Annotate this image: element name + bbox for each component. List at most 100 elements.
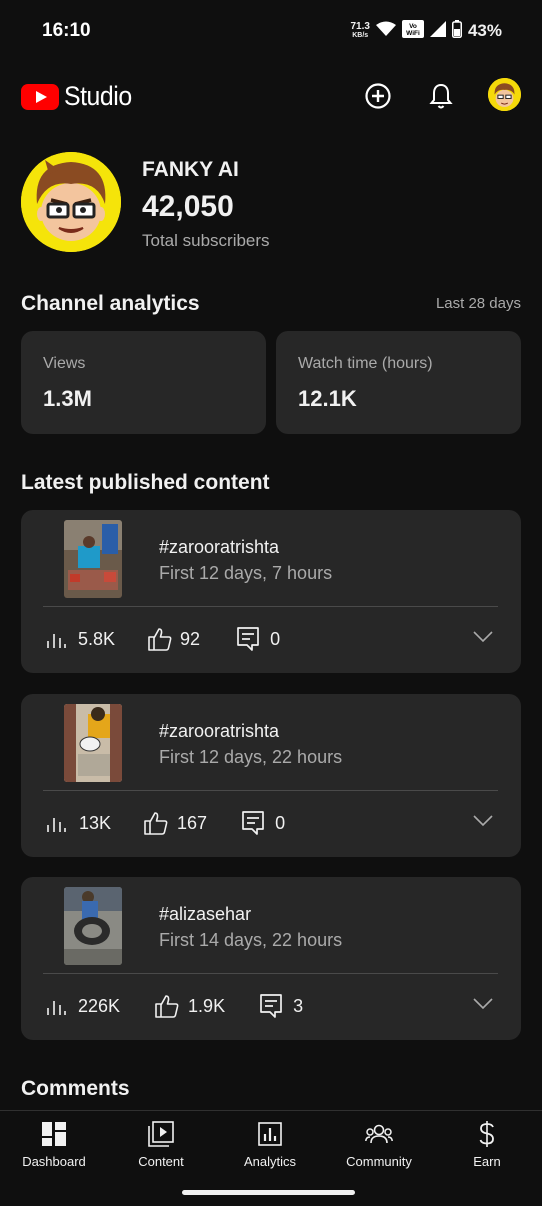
views-stat: 226K bbox=[45, 995, 120, 1017]
battery-percent: 43% bbox=[467, 21, 502, 40]
network-speed-unit: KB/s bbox=[352, 32, 369, 39]
views-count: 226K bbox=[78, 995, 121, 1016]
studio-logo[interactable]: Studio bbox=[21, 81, 138, 112]
like-icon bbox=[155, 995, 179, 1018]
chevron-down-icon bbox=[473, 815, 493, 827]
battery-icon bbox=[451, 19, 462, 43]
comments-stat: 0 bbox=[236, 626, 280, 652]
nav-dashboard[interactable]: Dashboard bbox=[4, 1119, 104, 1169]
chevron-down-icon bbox=[473, 631, 493, 643]
divider bbox=[43, 973, 498, 974]
video-thumbnail[interactable] bbox=[64, 704, 122, 782]
content-card[interactable]: #zarooratrishta First 12 days, 22 hours … bbox=[21, 694, 521, 857]
comment-icon bbox=[242, 811, 264, 835]
expand-button[interactable] bbox=[473, 814, 493, 832]
video-period: First 12 days, 7 hours bbox=[159, 563, 333, 583]
watch-time-label: Watch time (hours) bbox=[298, 355, 433, 372]
analytics-icon bbox=[257, 1119, 283, 1149]
video-title: #zarooratrishta bbox=[159, 537, 280, 557]
content-icon bbox=[148, 1119, 174, 1149]
content-card[interactable]: #alizasehar First 14 days, 22 hours 226K… bbox=[21, 877, 521, 1040]
chevron-down-icon bbox=[473, 998, 493, 1010]
dashboard-icon bbox=[41, 1119, 67, 1149]
earn-icon bbox=[477, 1119, 497, 1149]
create-icon bbox=[365, 83, 391, 109]
comment-icon bbox=[260, 994, 282, 1018]
network-speed-value: 71.3 bbox=[350, 21, 370, 32]
like-icon bbox=[148, 628, 172, 651]
views-count: 5.8K bbox=[78, 628, 116, 649]
nav-community[interactable]: Community bbox=[329, 1119, 429, 1169]
watch-time-value: 12.1K bbox=[298, 386, 357, 411]
comments-count: 0 bbox=[270, 628, 281, 649]
nav-earn[interactable]: Earn bbox=[437, 1119, 537, 1169]
video-thumbnail[interactable] bbox=[64, 887, 122, 965]
create-button[interactable] bbox=[360, 78, 396, 114]
likes-stat: 167 bbox=[143, 810, 207, 836]
comment-icon bbox=[237, 627, 259, 651]
status-bar: 16:10 71.3 KB/s Vo WiFi 43% bbox=[0, 0, 542, 62]
notifications-icon bbox=[429, 83, 453, 109]
home-indicator[interactable] bbox=[182, 1190, 355, 1195]
content-card[interactable]: #zarooratrishta First 12 days, 7 hours 5… bbox=[21, 510, 521, 673]
latest-content-title: Latest published content bbox=[21, 471, 270, 494]
community-icon bbox=[365, 1119, 393, 1149]
views-icon bbox=[47, 634, 66, 648]
views-icon bbox=[47, 818, 66, 832]
channel-avatar[interactable] bbox=[21, 152, 121, 252]
watch-time-card[interactable]: Watch time (hours) 12.1K bbox=[276, 331, 521, 434]
channel-analytics-title: Channel analytics bbox=[21, 292, 200, 315]
views-label: Views bbox=[43, 355, 86, 372]
views-card[interactable]: Views 1.3M bbox=[21, 331, 266, 434]
analytics-period: Last 28 days bbox=[435, 295, 521, 312]
video-title: #alizasehar bbox=[159, 904, 252, 924]
video-period: First 12 days, 22 hours bbox=[159, 747, 343, 767]
views-stat: 5.8K bbox=[45, 628, 115, 650]
notifications-button[interactable] bbox=[423, 78, 459, 114]
video-period: First 14 days, 22 hours bbox=[159, 930, 343, 950]
cellular-signal-icon bbox=[429, 20, 446, 42]
video-stats: 5.8K 92 0 bbox=[45, 624, 280, 654]
subscriber-label: Total subscribers bbox=[142, 231, 270, 250]
network-speed: 71.3 KB/s bbox=[351, 22, 370, 40]
views-count: 13K bbox=[79, 812, 112, 833]
svg-text:WiFi: WiFi bbox=[406, 30, 420, 37]
video-title: #zarooratrishta bbox=[159, 721, 280, 741]
comments-stat: 0 bbox=[241, 810, 285, 836]
like-icon bbox=[144, 812, 168, 835]
divider bbox=[43, 606, 498, 607]
nav-earn-label: Earn bbox=[473, 1154, 501, 1169]
comments-title: Comments bbox=[21, 1077, 130, 1100]
channel-name: FANKY AI bbox=[142, 158, 239, 181]
svg-text:Vo: Vo bbox=[409, 23, 417, 30]
nav-content[interactable]: Content bbox=[111, 1119, 211, 1169]
nav-analytics-label: Analytics bbox=[243, 1154, 297, 1169]
status-time: 16:10 bbox=[42, 20, 91, 41]
vowifi-icon: Vo WiFi bbox=[401, 19, 424, 43]
video-stats: 13K 167 0 bbox=[45, 808, 285, 838]
wifi-icon bbox=[375, 21, 396, 42]
views-icon bbox=[47, 1001, 66, 1015]
likes-count: 92 bbox=[180, 628, 201, 649]
comments-count: 0 bbox=[275, 812, 286, 833]
likes-stat: 92 bbox=[147, 626, 200, 652]
nav-dashboard-label: Dashboard bbox=[22, 1154, 86, 1169]
nav-analytics[interactable]: Analytics bbox=[220, 1119, 320, 1169]
channel-header: FANKY AI 42,050 Total subscribers bbox=[21, 152, 521, 252]
expand-button[interactable] bbox=[473, 630, 493, 648]
subscriber-count: 42,050 bbox=[142, 190, 234, 223]
likes-stat: 1.9K bbox=[154, 993, 225, 1019]
likes-count: 167 bbox=[177, 812, 208, 833]
status-icons: 71.3 KB/s Vo WiFi 43% bbox=[351, 18, 502, 44]
logo-text: Studio bbox=[64, 81, 132, 111]
video-thumbnail[interactable] bbox=[64, 520, 122, 598]
app-header: Studio bbox=[0, 70, 542, 122]
views-value: 1.3M bbox=[43, 386, 92, 411]
expand-button[interactable] bbox=[473, 997, 493, 1015]
nav-content-label: Content bbox=[138, 1154, 184, 1169]
account-avatar[interactable] bbox=[488, 78, 521, 111]
views-stat: 13K bbox=[45, 812, 111, 834]
comments-count: 3 bbox=[293, 995, 304, 1016]
divider bbox=[43, 790, 498, 791]
comments-stat: 3 bbox=[259, 993, 303, 1019]
